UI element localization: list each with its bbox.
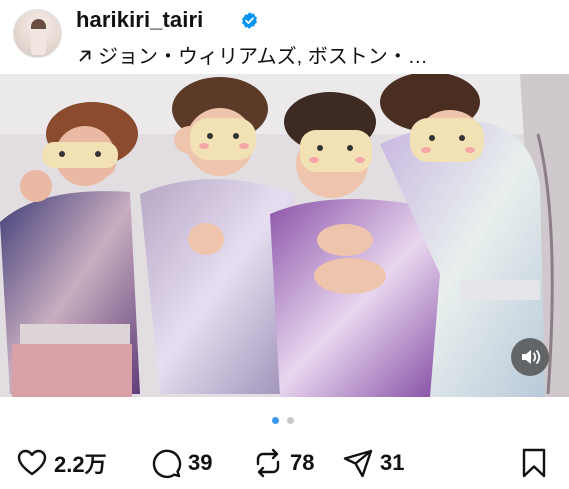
post-photo[interactable] xyxy=(0,74,569,397)
action-bar: 2.2万 39 78 31 xyxy=(0,444,569,484)
verified-badge-icon xyxy=(242,12,257,29)
repost-button[interactable]: 78 xyxy=(252,444,314,482)
comment-count[interactable]: 39 xyxy=(188,450,212,476)
carousel-dot-2[interactable] xyxy=(287,417,294,424)
post-header: harikiri_tairi ジョン・ウィリアムズ, ボストン・… xyxy=(0,0,569,74)
sound-on-icon xyxy=(522,350,541,364)
repost-icon xyxy=(256,448,280,478)
repost-count[interactable]: 78 xyxy=(290,450,314,476)
share-icon xyxy=(343,449,373,478)
bookmark-icon xyxy=(522,448,546,478)
sound-toggle-button[interactable] xyxy=(511,338,549,376)
carousel-indicator xyxy=(0,414,569,426)
heart-icon xyxy=(17,449,47,476)
photo-illustration xyxy=(0,74,569,397)
share-count[interactable]: 31 xyxy=(380,450,404,476)
carousel-dot-1[interactable] xyxy=(272,417,279,424)
bookmark-button[interactable] xyxy=(518,444,550,482)
share-button[interactable]: 31 xyxy=(342,444,404,482)
comment-button[interactable]: 39 xyxy=(150,444,212,482)
location-text: ジョン・ウィリアムズ, ボストン・… xyxy=(98,46,428,68)
like-button[interactable]: 2.2万 xyxy=(16,444,107,482)
like-count[interactable]: 2.2万 xyxy=(54,447,107,479)
username[interactable]: harikiri_tairi xyxy=(76,7,203,33)
comment-icon xyxy=(152,449,182,479)
avatar[interactable] xyxy=(13,9,62,58)
location-link[interactable]: ジョン・ウィリアムズ, ボストン・… xyxy=(76,40,428,69)
avatar-figure xyxy=(31,19,46,55)
location-arrow-icon xyxy=(79,50,91,62)
